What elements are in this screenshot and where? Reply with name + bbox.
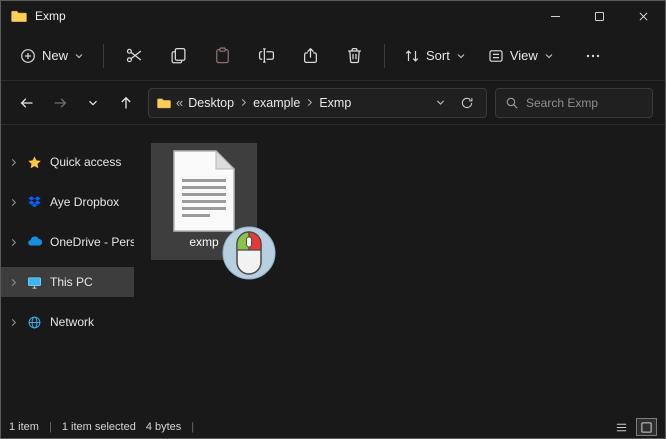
sidebar-item-network[interactable]: Network (1, 307, 134, 337)
toolbar-separator (103, 43, 105, 68)
close-button[interactable] (621, 1, 665, 31)
breadcrumb-exmp[interactable]: Exmp (319, 96, 351, 110)
address-bar[interactable]: « Desktop example Exmp (148, 87, 487, 118)
chevron-right-icon[interactable] (9, 198, 19, 207)
maximize-button[interactable] (577, 1, 621, 31)
status-bar: 1 item | 1 item selected 4 bytes | (1, 416, 665, 438)
delete-icon (346, 47, 363, 64)
plus-circle-icon (20, 48, 36, 64)
chevron-right-icon[interactable] (9, 278, 19, 287)
new-button-label: New (42, 48, 69, 63)
sidebar-item-label: Network (50, 315, 95, 329)
rename-icon (258, 47, 275, 64)
file-name-label: exmp (189, 235, 219, 249)
paste-icon (214, 47, 231, 64)
paste-button[interactable] (202, 40, 242, 71)
folder-icon (11, 8, 27, 24)
selection-count-label: 1 item selected (61, 421, 136, 433)
dropbox-icon (26, 195, 43, 210)
sidebar-item-this-pc[interactable]: This PC (1, 267, 134, 297)
sidebar-item-onedrive[interactable]: OneDrive - Pers (1, 227, 134, 257)
sidebar-item-quick-access[interactable]: Quick access (1, 147, 134, 177)
view-button[interactable]: View (479, 41, 563, 71)
address-dropdown-button[interactable] (429, 92, 451, 114)
large-icons-view-toggle[interactable] (636, 418, 657, 436)
chevron-down-icon (456, 51, 466, 61)
toolbar-separator (384, 43, 386, 68)
window-controls (533, 1, 665, 31)
cut-icon (126, 47, 143, 64)
delete-button[interactable] (334, 40, 374, 71)
selection-size-label: 4 bytes (145, 421, 182, 433)
breadcrumb-collapse[interactable]: « (176, 95, 183, 110)
breadcrumb-desktop[interactable]: Desktop (188, 96, 234, 110)
this-pc-monitor-icon (26, 275, 43, 290)
forward-button[interactable] (46, 89, 74, 117)
details-view-toggle[interactable] (611, 418, 632, 436)
sidebar-item-label: OneDrive - Pers (50, 235, 134, 249)
view-toggles (611, 418, 657, 436)
file-explorer-window: Exmp New Sort View « Desktop example Exm… (0, 0, 666, 439)
breadcrumb-example[interactable]: example (253, 96, 300, 110)
chevron-right-icon (305, 98, 314, 107)
minimize-button[interactable] (533, 1, 577, 31)
refresh-button[interactable] (456, 92, 478, 114)
file-list-area[interactable]: exmp (134, 125, 665, 416)
sidebar-item-label: This PC (50, 275, 93, 289)
sort-button-label: Sort (426, 48, 450, 63)
sort-button[interactable]: Sort (395, 41, 475, 71)
search-input[interactable] (526, 95, 643, 110)
share-button[interactable] (290, 40, 330, 71)
more-icon (585, 48, 601, 64)
recent-locations-button[interactable] (79, 89, 107, 117)
network-globe-icon (26, 315, 43, 330)
chevron-right-icon[interactable] (9, 318, 19, 327)
search-box[interactable] (495, 87, 653, 118)
chevron-right-icon[interactable] (9, 238, 19, 247)
rename-button[interactable] (246, 40, 286, 71)
status-divider: | (48, 421, 52, 433)
see-more-button[interactable] (573, 41, 613, 71)
view-button-label: View (509, 48, 538, 63)
chevron-right-icon[interactable] (9, 158, 19, 167)
cut-button[interactable] (114, 40, 154, 71)
sidebar-item-dropbox[interactable]: Aye Dropbox (1, 187, 134, 217)
sidebar-item-label: Quick access (50, 155, 122, 169)
chevron-right-icon (239, 98, 248, 107)
folder-icon (157, 96, 171, 110)
window-title: Exmp (35, 9, 66, 23)
explorer-body: Quick access Aye Dropbox OneDrive - Pers… (1, 125, 665, 416)
search-icon (505, 96, 519, 110)
status-divider: | (191, 421, 195, 433)
copy-button[interactable] (158, 40, 198, 71)
star-icon (26, 155, 43, 170)
new-button[interactable]: New (11, 41, 93, 71)
navigation-pane: Quick access Aye Dropbox OneDrive - Pers… (1, 125, 134, 416)
file-item-exmp[interactable]: exmp (151, 143, 257, 260)
navigation-bar: « Desktop example Exmp (1, 81, 665, 125)
back-button[interactable] (13, 89, 41, 117)
chevron-down-icon (544, 51, 554, 61)
view-icon (488, 48, 504, 64)
sidebar-item-label: Aye Dropbox (50, 195, 120, 209)
share-icon (302, 47, 319, 64)
copy-icon (170, 47, 187, 64)
text-document-icon (170, 149, 238, 233)
sort-icon (404, 48, 420, 64)
chevron-down-icon (74, 51, 84, 61)
onedrive-cloud-icon (26, 234, 43, 250)
titlebar: Exmp (1, 1, 665, 31)
command-bar: New Sort View (1, 31, 665, 81)
item-count-label: 1 item (9, 421, 39, 433)
up-button[interactable] (112, 89, 140, 117)
